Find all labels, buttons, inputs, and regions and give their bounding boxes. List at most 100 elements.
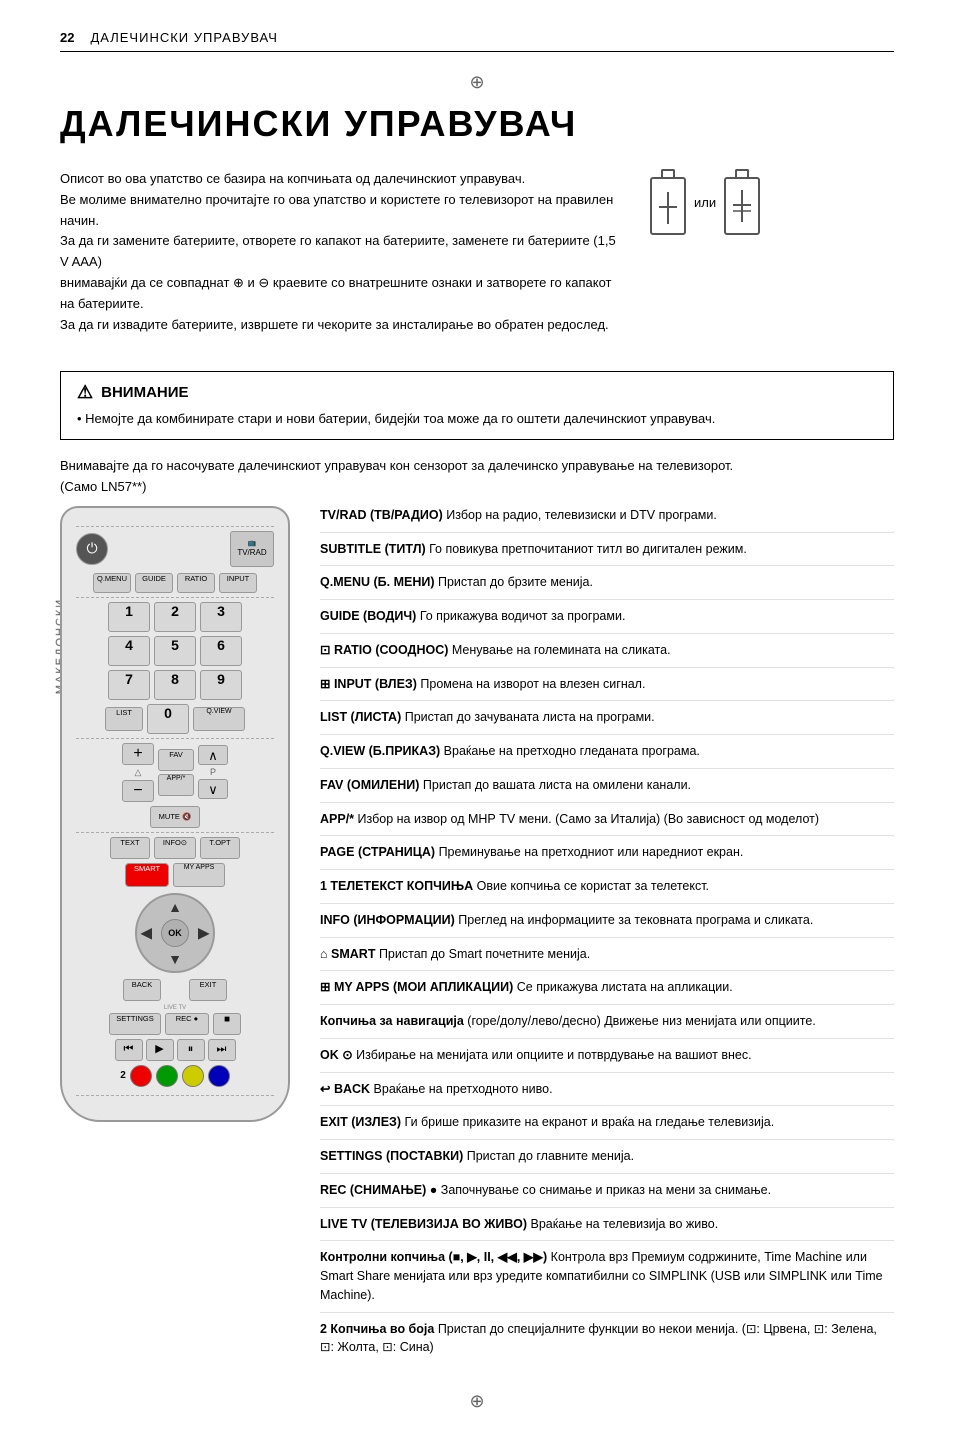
btn-3[interactable]: 3 — [200, 602, 242, 632]
btn-7[interactable]: 7 — [108, 670, 150, 700]
list-zero-row: LIST 0 Q.VIEW — [76, 704, 274, 734]
rew-button[interactable]: ⏮ — [115, 1039, 143, 1061]
info-button[interactable]: INFO⊙ — [154, 837, 196, 859]
list-button[interactable]: LIST — [105, 707, 143, 731]
ok-button[interactable]: OK — [161, 919, 189, 947]
desc-nav: Копчиња за навигација (горе/долу/лево/де… — [320, 1012, 894, 1039]
rec-button[interactable]: REC ● — [165, 1013, 209, 1035]
intro-line2: Ве молиме внимателно прочитајте го ова у… — [60, 190, 620, 232]
mute-button[interactable]: MUTE 🔇 — [150, 806, 200, 828]
warning-title-text: ВНИМАНИЕ — [101, 384, 188, 401]
btn-2[interactable]: 2 — [154, 602, 196, 632]
num-row-2: 4 5 6 — [76, 636, 274, 666]
desc-exit-text: Ги брише приказите на екранот и враќа на… — [401, 1115, 774, 1129]
battery-or: или — [694, 195, 716, 210]
top-row: ⏻ 📺 TV/RAD — [76, 531, 274, 567]
desc-guide: GUIDE (ВОДИЧ) Го прикажува водичот за пр… — [320, 607, 894, 634]
btn-5[interactable]: 5 — [154, 636, 196, 666]
desc-app-bold: APP/* — [320, 812, 354, 826]
warning-icon: ⚠ — [77, 382, 93, 403]
ch-up-button[interactable]: ∧ — [198, 745, 228, 765]
desc-ratio: ⊡ RATIO (СООДНОС) Менување на големината… — [320, 641, 894, 668]
qview-button[interactable]: Q.VIEW — [193, 707, 245, 731]
desc-settings-text: Пристап до главните менија. — [463, 1149, 634, 1163]
main-title: ДАЛЕЧИНСКИ УПРАВУВАЧ — [60, 103, 894, 145]
desc-list-text: Пристап до зачуваната листа на програми. — [401, 710, 654, 724]
desc-ok-text: Избирање на менијата или опциите и потвр… — [353, 1048, 752, 1062]
power-button[interactable]: ⏻ — [76, 533, 108, 565]
desc-back-text: Враќање на претходното ниво. — [370, 1082, 553, 1096]
topt-button[interactable]: T.OPT — [200, 837, 240, 859]
smart-row: SMART MY APPS — [76, 863, 274, 887]
vol-up-button[interactable]: + — [122, 743, 154, 765]
mute-row: MUTE 🔇 — [76, 806, 274, 828]
desc-smart-bold: ⌂ SMART — [320, 947, 375, 961]
livetv-label: LIVE TV — [76, 1005, 274, 1011]
desc-tv-rad-bold: TV/RAD (ТВ/РАДИО) — [320, 508, 443, 522]
ch-down-button[interactable]: ∨ — [198, 779, 228, 799]
smart-button[interactable]: SMART — [125, 863, 169, 887]
desc-input: ⊞ INPUT (ВЛЕЗ) Промена на изворот на вле… — [320, 675, 894, 702]
desc-controls: Контролни копчиња (■, ▶, II, ◀◀, ▶▶) Кон… — [320, 1248, 894, 1312]
desc-info-text: Преглед на информациите за тековната про… — [455, 913, 814, 927]
intro-line3: За да ги замените батериите, отворете го… — [60, 231, 620, 273]
btn-0[interactable]: 0 — [147, 704, 189, 734]
settings-button[interactable]: SETTINGS — [109, 1013, 161, 1035]
tv-rad-button[interactable]: 📺 TV/RAD — [230, 531, 274, 567]
btn-8[interactable]: 8 — [154, 670, 196, 700]
desc-page-bold: PAGE (СТРАНИЦА) — [320, 845, 435, 859]
desc-back-bold: ↩ BACK — [320, 1082, 370, 1096]
btn-4[interactable]: 4 — [108, 636, 150, 666]
guide-button[interactable]: GUIDE — [135, 573, 173, 593]
exit-button[interactable]: EXIT — [189, 979, 227, 1001]
red-button[interactable] — [130, 1065, 152, 1087]
remote-control: ⏻ 📺 TV/RAD Q.MENU GUIDE RATIO INPUT 1 — [60, 506, 290, 1122]
btn-9[interactable]: 9 — [200, 670, 242, 700]
desc-fav-bold: FAV (ОМИЛЕНИ) — [320, 778, 419, 792]
warning-text: • Немојте да комбинирате стари и нови ба… — [77, 409, 877, 429]
battery-diagram: или — [650, 169, 760, 235]
nav-down-button[interactable]: ▼ — [168, 951, 182, 967]
btn-6[interactable]: 6 — [200, 636, 242, 666]
nav-cluster: ▲ ▼ ◀ ▶ OK — [130, 893, 220, 973]
btn-1[interactable]: 1 — [108, 602, 150, 632]
desc-subtitle: SUBTITLE (ТИТЛ) Го повикува претпочитани… — [320, 540, 894, 567]
desc-guide-text: Го прикажува водичот за програми. — [416, 609, 625, 623]
yellow-button[interactable] — [182, 1065, 204, 1087]
app-button[interactable]: APP/* — [158, 774, 194, 796]
ratio-button[interactable]: RATIO — [177, 573, 215, 593]
qmenu-button[interactable]: Q.MENU — [93, 573, 131, 593]
desc-ratio-bold: ⊡ RATIO (СООДНОС) — [320, 643, 448, 657]
intro-text: Описот во ова упатство се базира на копч… — [60, 169, 620, 335]
ffwd-button[interactable]: ⏭ — [208, 1039, 236, 1061]
desc-exit: EXIT (ИЗЛЕЗ) Ги брише приказите на екран… — [320, 1113, 894, 1140]
desc-rec: REC (СНИМАЊЕ) ● Започнување со снимање и… — [320, 1181, 894, 1208]
back-button[interactable]: BACK — [123, 979, 161, 1001]
stop-button[interactable]: ■ — [213, 1013, 241, 1035]
fav-button[interactable]: FAV — [158, 749, 194, 771]
desc-settings: SETTINGS (ПОСТАВКИ) Пристап до главните … — [320, 1147, 894, 1174]
input-button[interactable]: INPUT — [219, 573, 257, 593]
desc-page: PAGE (СТРАНИЦА) Преминување на претходни… — [320, 843, 894, 870]
desc-myapps-text: Се прикажува листата на апликации. — [513, 980, 732, 994]
desc-smart-text: Пристап до Smart почетните менија. — [375, 947, 590, 961]
myapps-button[interactable]: MY APPS — [173, 863, 225, 887]
blue-button[interactable] — [208, 1065, 230, 1087]
text-button[interactable]: TEXT — [110, 837, 150, 859]
play-button[interactable]: ▶ — [146, 1039, 174, 1061]
desc-colorbtns: 2 Копчиња во боја Пристап до специјалнит… — [320, 1320, 894, 1365]
nav-right-button[interactable]: ▶ — [198, 924, 209, 941]
desc-teletext-bold: 1 ТЕЛЕТЕКСТ КОПЧИЊА — [320, 879, 473, 893]
green-button[interactable] — [156, 1065, 178, 1087]
desc-livetv-bold: LIVE TV (ТЕЛЕВИЗИЈА ВО ЖИВО) — [320, 1217, 527, 1231]
model-note: (Само LN57**) — [60, 479, 894, 494]
desc-subtitle-text: Го повикува претпочитаниот титл во дигит… — [426, 542, 747, 556]
desc-qmenu: Q.MENU (Б. МЕНИ) Пристап до брзите мениј… — [320, 573, 894, 600]
pause-button[interactable]: ⏸ — [177, 1039, 205, 1061]
vol-down-button[interactable]: − — [122, 780, 154, 802]
desc-qview-text: Враќање на претходно гледаната програма. — [440, 744, 700, 758]
transport-row: ⏮ ▶ ⏸ ⏭ — [76, 1039, 274, 1061]
nav-up-button[interactable]: ▲ — [168, 899, 182, 915]
desc-page-text: Преминување на претходниот или наредниот… — [435, 845, 743, 859]
nav-left-button[interactable]: ◀ — [141, 924, 152, 941]
